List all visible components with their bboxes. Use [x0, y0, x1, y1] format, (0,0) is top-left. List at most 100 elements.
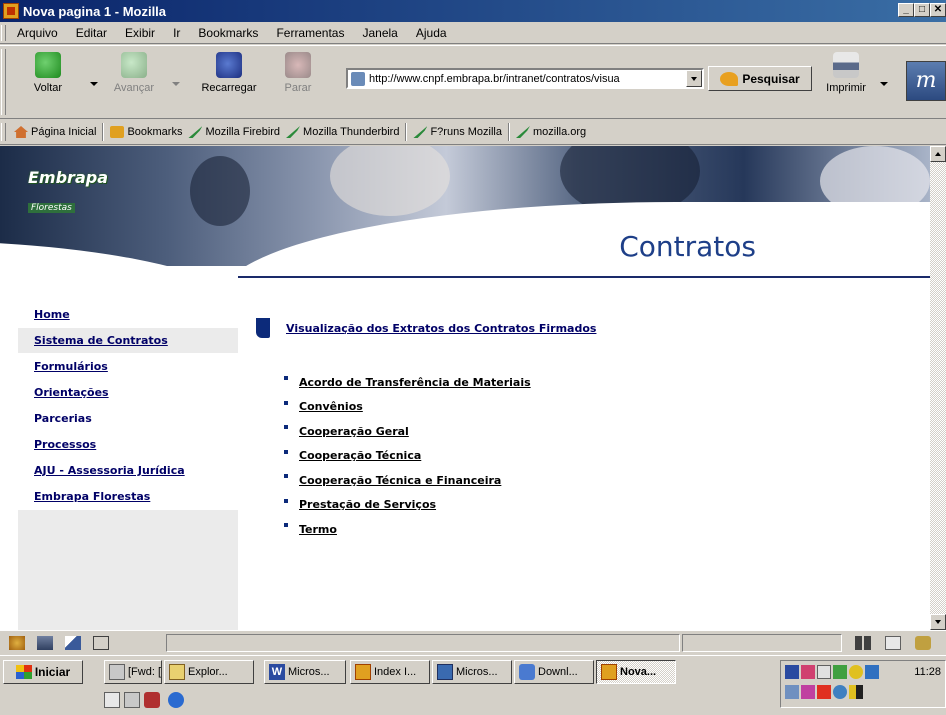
menu-editar[interactable]: Editar: [67, 26, 116, 40]
taskbar-button-download[interactable]: Downl...: [514, 660, 594, 684]
tray-app-icon[interactable]: [801, 665, 815, 679]
system-tray: 11:28: [780, 660, 946, 708]
taskbar-button-word[interactable]: W Micros...: [264, 660, 346, 684]
composer-icon[interactable]: [65, 635, 81, 650]
reload-button[interactable]: Recarregar: [194, 52, 264, 94]
toolbar-separator: [102, 123, 105, 141]
tray-app-icon[interactable]: [817, 685, 831, 699]
menu-exibir[interactable]: Exibir: [116, 26, 164, 40]
extratos-link[interactable]: Visualização dos Extratos dos Contratos …: [286, 322, 596, 335]
personal-toolbar-grip[interactable]: [1, 123, 6, 141]
stop-icon: [285, 52, 311, 78]
menu-ir[interactable]: Ir: [164, 26, 189, 40]
firebird-link[interactable]: Mozilla Firebird: [188, 126, 280, 138]
embrapa-logo[interactable]: Embrapa Florestas: [28, 168, 138, 220]
link-cooperacao-tecnica-financeira[interactable]: Cooperação Técnica e Financeira: [299, 474, 501, 487]
minimize-button[interactable]: _: [898, 3, 914, 17]
menu-ajuda[interactable]: Ajuda: [407, 26, 456, 40]
search-button[interactable]: Pesquisar: [708, 66, 812, 91]
url-field[interactable]: http://www.cnpf.embrapa.br/intranet/cont…: [346, 68, 704, 89]
scroll-down-button[interactable]: [930, 614, 946, 630]
thunderbird-link[interactable]: Mozilla Thunderbird: [286, 126, 399, 138]
sidebar-item-home[interactable]: Home: [18, 302, 238, 328]
quicklaunch-edit-icon[interactable]: [104, 692, 120, 708]
online-plug-icon[interactable]: [855, 636, 871, 650]
navigator-icon[interactable]: [9, 635, 25, 650]
taskbar-clock[interactable]: 11:28: [914, 666, 941, 678]
link-acordo[interactable]: Acordo de Transferência de Materiais: [299, 376, 531, 389]
tray-update-icon[interactable]: [833, 685, 847, 699]
taskbar-button-explorer[interactable]: Explor...: [164, 660, 254, 684]
sidebar-item-orientacoes[interactable]: Orientações: [18, 380, 238, 406]
menu-bookmarks[interactable]: Bookmarks: [189, 26, 267, 40]
taskbar-button-micros[interactable]: Micros...: [432, 660, 512, 684]
forward-button[interactable]: Avançar: [110, 52, 158, 94]
personal-toolbar: Página Inicial Bookmarks Mozilla Firebir…: [0, 120, 946, 145]
address-book-icon[interactable]: [93, 635, 109, 650]
security-lock-icon[interactable]: [915, 636, 931, 650]
stop-label: Parar: [284, 82, 312, 94]
taskbar-button-nova[interactable]: Nova...: [596, 660, 676, 684]
tray-messenger-icon[interactable]: [849, 665, 863, 679]
tray-app-icon[interactable]: [801, 685, 815, 699]
print-dropdown[interactable]: [880, 82, 888, 86]
sidebar-item-parcerias[interactable]: Parcerias: [18, 406, 238, 432]
back-dropdown[interactable]: [90, 82, 98, 86]
tray-app-icon[interactable]: [849, 685, 863, 699]
logo-main-text: Embrapa: [28, 168, 108, 187]
cookie-icon[interactable]: [885, 636, 901, 650]
tray-network-icon[interactable]: [833, 665, 847, 679]
bullet-icon: [284, 376, 288, 381]
quicklaunch-media-icon[interactable]: [144, 692, 160, 708]
tray-volume-icon[interactable]: [817, 665, 831, 679]
link-cooperacao-tecnica[interactable]: Cooperação Técnica: [299, 449, 421, 462]
explorer-icon: [169, 664, 185, 680]
sidebar-item-aju[interactable]: AJU - Assessoria Jurídica: [18, 458, 238, 484]
site-icon: [351, 71, 365, 86]
menu-janela[interactable]: Janela: [353, 26, 406, 40]
menu-grip[interactable]: [1, 25, 6, 41]
quicklaunch-ie-icon[interactable]: [168, 692, 184, 708]
link-convenios[interactable]: Convênios: [299, 400, 363, 413]
maximize-button[interactable]: □: [914, 3, 930, 17]
list-item: Cooperação Geral: [284, 419, 531, 444]
mail-icon[interactable]: [37, 635, 53, 650]
sidebar-item-formularios[interactable]: Formulários: [18, 354, 238, 380]
taskbar-button-index[interactable]: Index I...: [350, 660, 430, 684]
url-history-dropdown[interactable]: [686, 70, 702, 87]
tray-media-icon[interactable]: [785, 665, 799, 679]
menu-arquivo[interactable]: Arquivo: [8, 26, 67, 40]
tray-display-icon[interactable]: [785, 685, 799, 699]
back-button[interactable]: Voltar: [30, 52, 66, 94]
forums-link[interactable]: F?runs Mozilla: [413, 126, 502, 138]
toolbar-grip[interactable]: [1, 49, 6, 115]
mozilla-org-link[interactable]: mozilla.org: [515, 126, 586, 138]
vertical-scrollbar[interactable]: [930, 146, 946, 630]
forward-dropdown[interactable]: [172, 82, 180, 86]
menu-ferramentas[interactable]: Ferramentas: [267, 26, 353, 40]
quicklaunch-mail-icon[interactable]: [124, 692, 140, 708]
link-prestacao-servicos[interactable]: Prestação de Serviços: [299, 498, 436, 511]
banner-handshake-shape: [330, 146, 450, 216]
url-text[interactable]: http://www.cnpf.embrapa.br/intranet/cont…: [369, 73, 686, 85]
print-button[interactable]: Imprimir: [822, 52, 870, 94]
page-title: Contratos: [619, 230, 756, 263]
link-termo[interactable]: Termo: [299, 523, 337, 536]
taskbar-label: Micros...: [456, 666, 498, 678]
taskbar-button-fwd[interactable]: [Fwd: [...: [104, 660, 162, 684]
sidebar-item-processos[interactable]: Processos: [18, 432, 238, 458]
firebird-label: Mozilla Firebird: [205, 126, 281, 138]
toolbar-separator: [405, 123, 408, 141]
start-button[interactable]: Iniciar: [3, 660, 83, 684]
sidebar-item-sistema-contratos[interactable]: Sistema de Contratos: [18, 328, 238, 354]
link-cooperacao-geral[interactable]: Cooperação Geral: [299, 425, 409, 438]
close-button[interactable]: ✕: [930, 3, 946, 17]
bookmarks-link[interactable]: Bookmarks: [110, 126, 182, 138]
bookmark-leaf-icon: [286, 126, 301, 138]
start-label: Iniciar: [34, 665, 71, 679]
scroll-up-button[interactable]: [930, 146, 946, 162]
stop-button[interactable]: Parar: [282, 52, 314, 94]
tray-antivirus-icon[interactable]: [865, 665, 879, 679]
sidebar-item-embrapa-florestas[interactable]: Embrapa Florestas: [18, 484, 238, 510]
home-page-link[interactable]: Página Inicial: [14, 126, 96, 138]
